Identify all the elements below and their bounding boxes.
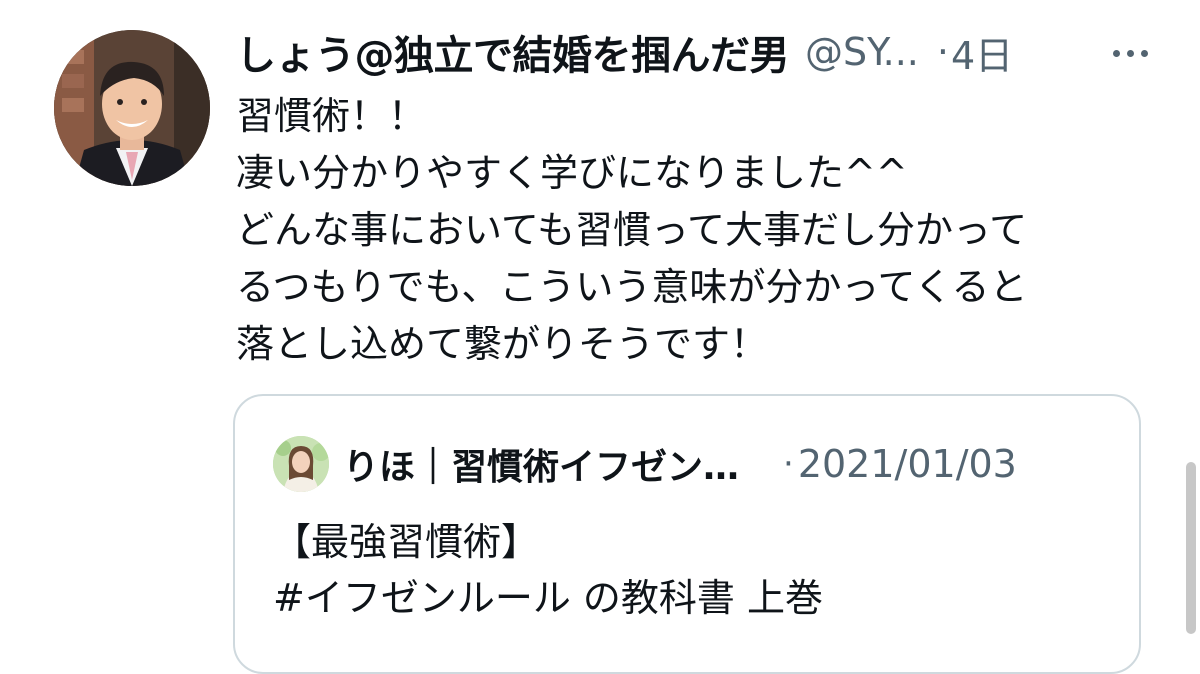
more-horizontal-icon[interactable] [1100,38,1160,68]
quoted-tweet-header: りほ｜習慣術イフゼン… · 2021/01/03 [343,434,1089,494]
quoted-tweet[interactable]: りほ｜習慣術イフゼン… · 2021/01/03 【最強習慣術】 #イフゼンルー… [233,394,1141,674]
tweet-text-line: 落とし込めて繋がりそうです！ [236,322,769,366]
scrollbar[interactable] [1186,462,1196,634]
user-handle[interactable]: @SY... [805,30,919,74]
quoted-timestamp: 2021/01/03 [797,442,1017,486]
quoted-tweet-text: 【最強習慣術】 #イフゼンルール の教科書 上巻 [273,514,823,626]
separator-dot: · [936,30,949,74]
more-dot-1 [1112,49,1120,57]
more-dot-2 [1126,49,1134,57]
quoted-text-line: #イフゼンルール の教科書 上巻 [273,576,823,620]
tweet-timestamp[interactable]: 4日 [951,25,1013,80]
quoted-text-line: 【最強習慣術】 [273,520,540,564]
quoted-display-name: りほ｜習慣術イフゼン… [343,447,740,488]
tweet-text-line: どんな事においても習慣って大事だし分かって [236,208,1028,252]
tweet-header: しょう@独立で結婚を掴んだ男 @SY... · 4日 [236,24,1160,80]
tweet-text-line: 習慣術！！ [236,94,427,138]
tweet-text-line: るつもりでも、こういう意味が分かってくると [236,265,1028,309]
quoted-separator-dot: · [783,444,794,484]
tweet-card[interactable]: しょう@独立で結婚を掴んだ男 @SY... · 4日 習慣術！！ 凄い分かりやす… [0,0,1200,674]
tweet-text-line: 凄い分かりやすく学びになりました^^ [236,151,908,195]
user-avatar[interactable] [54,30,210,186]
more-dot-3 [1140,49,1148,57]
tweet-text: 習慣術！！ 凄い分かりやすく学びになりました^^ どんな事においても習慣って大事… [236,88,1136,373]
display-name[interactable]: しょう@独立で結婚を掴んだ男 [236,23,790,81]
quoted-user-avatar [273,436,329,492]
